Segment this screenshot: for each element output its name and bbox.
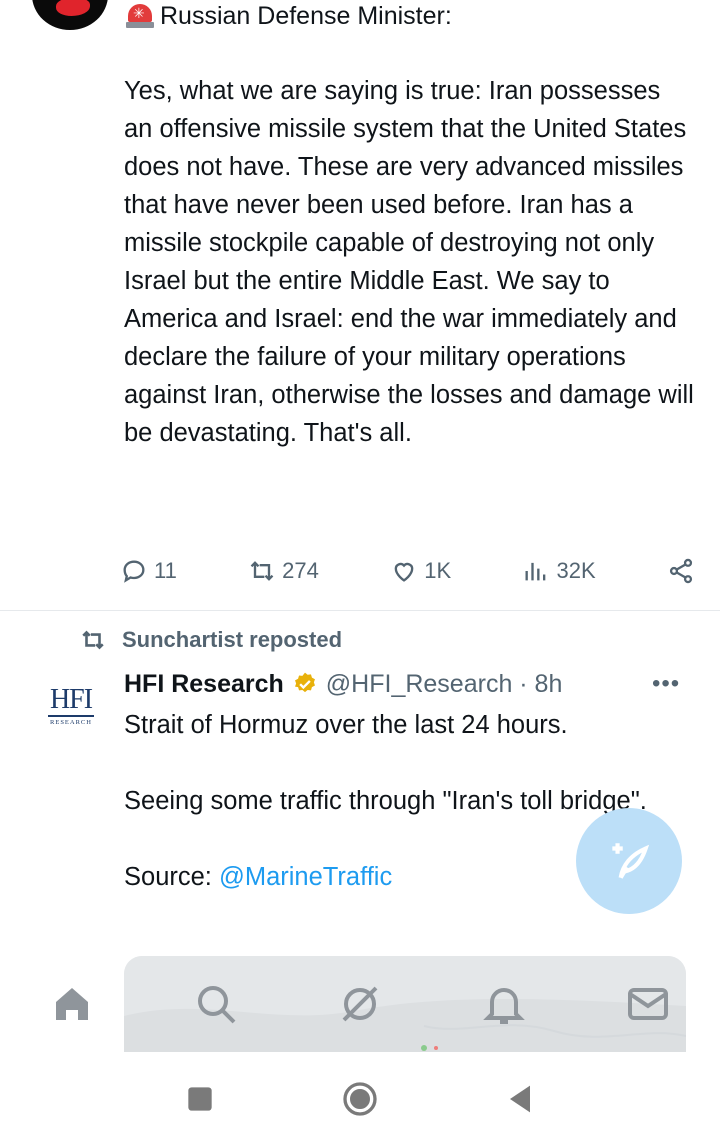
more-icon[interactable]: •••: [652, 670, 680, 698]
verified-icon: [294, 672, 315, 693]
like-count: 1K: [424, 558, 452, 583]
like-button[interactable]: 1K: [390, 557, 451, 585]
author-text: Russian Defense Minister:: [160, 1, 452, 30]
recents-icon[interactable]: [180, 1079, 220, 1119]
like-icon: [394, 562, 414, 582]
reply-icon: [123, 560, 145, 583]
repost-count: 274: [282, 558, 319, 583]
tweet-header: HFI Research @HFI_Research · 8h: [124, 666, 562, 702]
home-icon[interactable]: [48, 980, 96, 1028]
body-line-1: Strait of Hormuz over the last 24 hours.: [124, 711, 568, 739]
siren-icon: ✳: [126, 2, 154, 30]
tweet-actions: 11 274 1K 32K: [120, 552, 695, 590]
compose-button[interactable]: [576, 808, 682, 914]
handle-time[interactable]: @HFI_Research · 8h: [326, 670, 563, 699]
views-icon: [525, 562, 546, 581]
hfi-avatar[interactable]: HFI RESEARCH: [36, 670, 106, 740]
repost-icon: [82, 630, 104, 650]
views-button[interactable]: 32K: [522, 557, 596, 585]
author-line: ✳ Russian Defense Minister:: [126, 0, 452, 32]
share-button[interactable]: [667, 557, 695, 585]
bottom-nav: [0, 954, 720, 1054]
back-icon[interactable]: [500, 1079, 540, 1119]
search-icon[interactable]: [192, 980, 240, 1028]
messages-icon[interactable]: [624, 980, 672, 1028]
system-nav: [0, 1052, 720, 1145]
tweet-body: Yes, what we are saying is true: Iran po…: [124, 77, 701, 447]
repost-label: Sunchartist reposted: [122, 627, 343, 652]
author-avatar[interactable]: [32, 0, 108, 30]
logo-subtext: RESEARCH: [50, 718, 92, 726]
source-mention[interactable]: @MarineTraffic: [219, 863, 392, 891]
repost-indicator[interactable]: Sunchartist reposted: [78, 624, 342, 656]
logo-mark: HFI: [47, 683, 95, 717]
repost-icon: [250, 561, 274, 581]
reply-button[interactable]: 11: [120, 557, 177, 585]
source-label: Source:: [124, 863, 219, 891]
grok-icon[interactable]: [336, 980, 384, 1028]
reply-count: 11: [154, 558, 177, 583]
divider: [0, 610, 720, 611]
body-line-2: Seeing some traffic through "Iran's toll…: [124, 787, 647, 815]
repost-button[interactable]: 274: [248, 557, 319, 585]
views-count: 32K: [556, 558, 596, 583]
compose-icon: [612, 843, 650, 879]
share-icon: [669, 558, 693, 584]
home-circle-icon[interactable]: [340, 1079, 380, 1119]
display-name[interactable]: HFI Research: [124, 670, 284, 699]
notifications-icon[interactable]: [480, 980, 528, 1028]
